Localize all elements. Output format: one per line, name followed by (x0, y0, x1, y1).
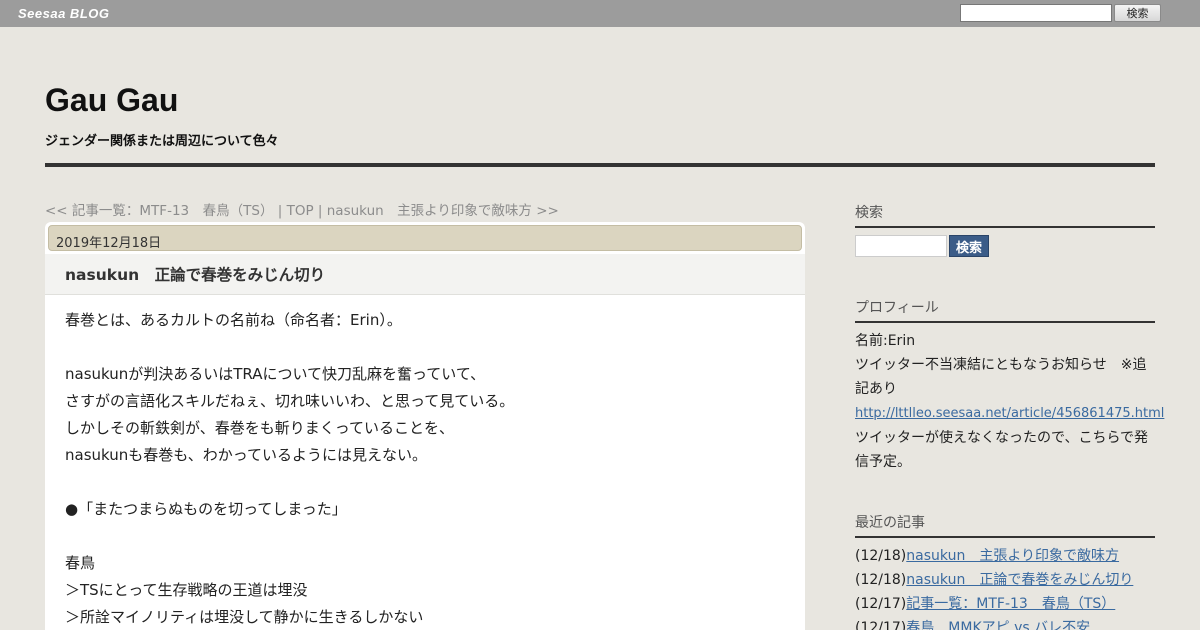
top-search-input[interactable] (960, 4, 1112, 22)
recent-posts-list: (12/18)nasukun 主張より印象で敵味方 (12/18)nasukun… (855, 544, 1165, 630)
article-line: しかしその斬鉄剣が、春巻をも斬りまくっていることを、 (65, 419, 454, 437)
article-date: 2019年12月18日 (48, 225, 802, 251)
next-article-link[interactable]: nasukun 主張より印象で敵味方 >> (327, 203, 559, 219)
seesaa-blog-logo[interactable]: Seesaa BLOG (18, 6, 110, 21)
article-line: ●「またつまらぬものを切ってしまった」 (65, 500, 347, 518)
nav-separator: | (273, 203, 287, 219)
article-line: 春鳥 (65, 554, 96, 572)
sidebar-search-button[interactable]: 検索 (949, 235, 989, 257)
recent-post-link[interactable]: 春鳥 MMKアピ vs バレ不安 (906, 620, 1090, 630)
recent-post-link[interactable]: nasukun 正論で春巻をみじん切り (906, 572, 1133, 588)
sidebar-search-heading: 検索 (855, 202, 1155, 228)
nav-separator: | (313, 203, 327, 219)
list-item: (12/17)記事一覧：MTF-13 春鳥（TS） (855, 592, 1165, 616)
sidebar-search-input[interactable] (855, 235, 947, 257)
article-title[interactable]: nasukun 正論で春巻をみじん切り (65, 263, 325, 285)
recent-post-date: (12/17) (855, 596, 907, 612)
recent-post-date: (12/17) (855, 620, 907, 630)
article-body: 春巻とは、あるカルトの名前ね（命名者：Erin）。 nasukunが判決あるいは… (65, 307, 785, 630)
profile-url-link[interactable]: http://lttlleo.seesaa.net/article/456861… (855, 406, 1164, 421)
list-item: (12/18)nasukun 正論で春巻をみじん切り (855, 568, 1165, 592)
top-search-button[interactable]: 検索 (1114, 4, 1161, 22)
article-line: ＞TSにとって生存戦略の王道は埋没 (65, 581, 308, 599)
list-item: (12/18)nasukun 主張より印象で敵味方 (855, 544, 1165, 568)
site-title[interactable]: Gau Gau (45, 82, 178, 119)
list-item: (12/17)春鳥 MMKアピ vs バレ不安 (855, 616, 1165, 630)
prev-article-link[interactable]: << 記事一覧：MTF-13 春鳥（TS） (45, 203, 273, 219)
profile: 名前:Erin ツイッター不当凍結にともなうお知らせ ※追記あり http://… (855, 329, 1164, 474)
article-title-bar: nasukun 正論で春巻をみじん切り (45, 254, 805, 295)
recent-post-date: (12/18) (855, 548, 907, 564)
profile-name: 名前:Erin (855, 333, 916, 349)
article-line: ＞所詮マイノリティは埋没して静かに生きるしかない (65, 608, 424, 626)
article-line (65, 523, 785, 550)
article-line: nasukunも春巻も、わかっているようには見えない。 (65, 446, 428, 464)
article: 2019年12月18日 nasukun 正論で春巻をみじん切り 春巻とは、あるカ… (45, 222, 805, 630)
site-description: ジェンダー関係または周辺について色々 (45, 134, 279, 149)
top-link[interactable]: TOP (287, 203, 314, 219)
header-divider (45, 163, 1155, 167)
recent-post-link[interactable]: 記事一覧：MTF-13 春鳥（TS） (906, 596, 1115, 612)
profile-notice: ツイッター不当凍結にともなうお知らせ ※追記あり (855, 357, 1147, 397)
recent-posts-heading: 最近の記事 (855, 512, 1155, 538)
article-line: さすがの言語化スキルだねぇ、切れ味いいわ、と思って見ている。 (65, 392, 515, 410)
article-line: nasukunが判決あるいはTRAについて快刀乱麻を奮っていて、 (65, 365, 486, 383)
profile-heading: プロフィール (855, 297, 1155, 323)
recent-post-date: (12/18) (855, 572, 907, 588)
article-line (65, 469, 785, 496)
recent-post-link[interactable]: nasukun 主張より印象で敵味方 (906, 548, 1119, 564)
top-bar: Seesaa BLOG 検索 (0, 0, 1200, 27)
profile-note: ツイッターが使えなくなったので、こちらで発信予定。 (855, 430, 1149, 470)
article-line: 春巻とは、あるカルトの名前ね（命名者：Erin）。 (65, 311, 402, 329)
article-nav: << 記事一覧：MTF-13 春鳥（TS） | TOP | nasukun 主張… (45, 199, 559, 219)
article-line (65, 334, 785, 361)
